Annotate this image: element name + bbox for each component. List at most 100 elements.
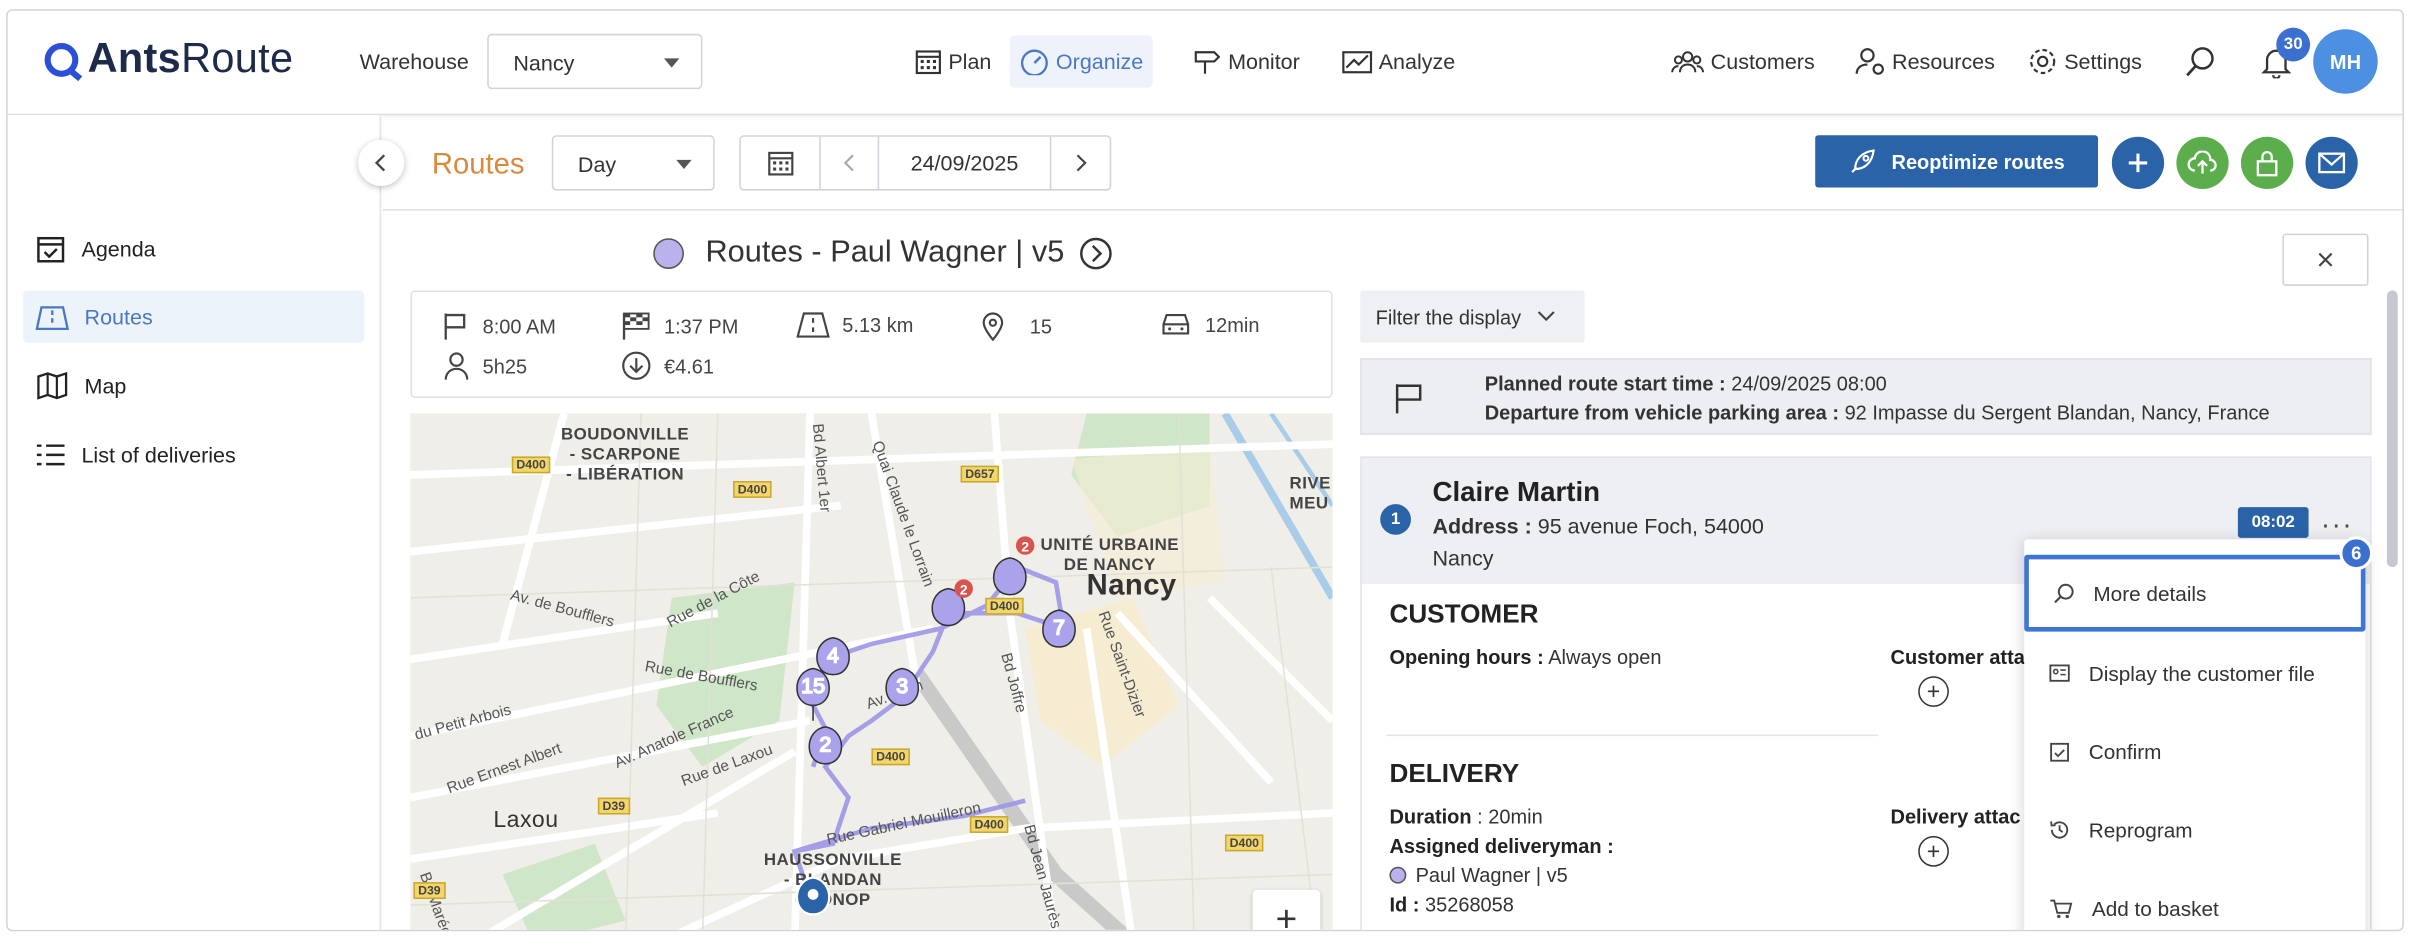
nav-plan-label: Plan	[948, 49, 992, 74]
stop-actions-menu: More details Display the customer file C…	[2024, 539, 2366, 930]
current-date[interactable]: 24/09/2025	[879, 136, 1052, 190]
antsroute-logo[interactable]: Ants Route	[44, 35, 294, 83]
assigned-deliveryman-label: Assigned deliveryman :	[1389, 834, 1614, 858]
calendar-picker-button[interactable]	[741, 136, 821, 190]
chevron-left-icon	[843, 154, 854, 172]
search-button[interactable]	[2175, 35, 2233, 87]
customer-name: Claire Martin	[1432, 476, 1601, 508]
route-header: Routes - Paul Wagner | v5	[653, 235, 1113, 270]
stat-total-duration-value: 5h25	[482, 354, 528, 378]
marker-label: 15	[801, 674, 825, 698]
user-icon	[444, 352, 469, 380]
chevron-down-icon	[663, 58, 680, 68]
nav-settings[interactable]: Settings	[2018, 35, 2151, 87]
menu-item-more-details[interactable]: More details	[2024, 554, 2366, 632]
chevron-left-icon	[374, 154, 386, 172]
warehouse-label: Warehouse	[359, 49, 469, 74]
delivery-id-label: Id :	[1389, 892, 1420, 916]
marker-label: 2	[819, 732, 831, 756]
close-route-button[interactable]	[2282, 233, 2369, 286]
delivery-id-field: Id : 35268058	[1389, 893, 1513, 916]
collapse-sidebar-button[interactable]	[358, 139, 405, 186]
customer-address: Address : 95 avenue Foch, 54000	[1432, 513, 1763, 538]
opening-hours-label: Opening hours :	[1389, 645, 1544, 669]
departure-row: Departure from vehicle parking area : 92…	[1485, 401, 2270, 424]
reoptimize-routes-button[interactable]: Reoptimize routes	[1815, 135, 2099, 188]
route-color-dot	[1389, 866, 1407, 884]
assigned-deliveryman-value-row: Paul Wagner | v5	[1389, 864, 1568, 887]
nav-plan[interactable]: Plan	[905, 35, 1000, 87]
nav-analyze-label: Analyze	[1378, 49, 1456, 74]
stat-distance: 5.13 km	[796, 310, 913, 338]
next-date-button[interactable]	[1051, 137, 1109, 189]
stat-end-time-value: 1:37 PM	[663, 314, 739, 338]
plus-icon	[2128, 153, 2148, 173]
menu-item-reprogram[interactable]: Reprogram	[2024, 791, 2365, 868]
arrow-circle-right-icon[interactable]	[1080, 236, 1114, 270]
menu-item-display-customer-file[interactable]: Display the customer file	[2024, 635, 2365, 712]
nav-monitor[interactable]: Monitor	[1182, 35, 1309, 87]
view-mode-select[interactable]: Day	[551, 135, 715, 191]
previous-date-button[interactable]	[821, 136, 880, 190]
customer-attachments-field: Customer atta	[1891, 645, 2025, 668]
sidebar-item-list-of-deliveries[interactable]: List of deliveries	[23, 429, 364, 481]
eta-badge: 08:02	[2237, 507, 2309, 538]
sidebar-item-label: Map	[84, 373, 127, 399]
map-icon	[37, 371, 68, 400]
warehouse-select[interactable]: Nancy	[487, 33, 703, 90]
nav-organize-label: Organize	[1055, 49, 1144, 74]
menu-item-label: Confirm	[2088, 739, 2162, 764]
calendar-check-icon	[37, 236, 65, 263]
route-start-card: Planned route start time : 24/09/2025 08…	[1360, 358, 2372, 435]
upload-cloud-button[interactable]	[2176, 136, 2229, 190]
menu-item-confirm[interactable]: Confirm	[2024, 713, 2365, 790]
menu-item-label: Add to basket	[2091, 896, 2219, 920]
add-delivery-attachment-button[interactable]: +	[1918, 836, 1949, 867]
add-button[interactable]	[2111, 136, 2165, 190]
scrollbar-thumb[interactable]	[2386, 290, 2398, 568]
flag-icon	[444, 313, 466, 340]
car-icon	[1162, 313, 1190, 335]
stat-drive-time-value: 12min	[1205, 312, 1260, 336]
users-group-icon	[1671, 51, 1704, 73]
nav-customers[interactable]: Customers	[1661, 35, 1823, 87]
add-customer-attachment-button[interactable]: +	[1918, 676, 1949, 707]
gear-icon	[2030, 48, 2056, 75]
nav-resources-label: Resources	[1892, 49, 1995, 74]
marker-label: 4	[827, 643, 839, 667]
sidebar-item-routes[interactable]: Routes	[23, 290, 365, 343]
lock-icon	[2256, 151, 2278, 177]
opening-hours-value: Always open	[1548, 645, 1662, 669]
calendar-check-icon	[2050, 742, 2069, 762]
user-avatar[interactable]: MH	[2313, 29, 2378, 94]
stat-drive-time: 12min	[1159, 310, 1260, 338]
map-fold-icon	[35, 306, 70, 331]
reoptimize-routes-label: Reoptimize routes	[1891, 149, 2065, 173]
panel-scrollbar[interactable]	[2386, 281, 2399, 930]
lock-button[interactable]	[2240, 136, 2294, 190]
cart-icon	[2050, 899, 2073, 919]
route-color-dot	[653, 237, 684, 269]
nav-resources[interactable]: Resources	[1846, 35, 2004, 87]
send-email-button[interactable]	[2305, 136, 2358, 190]
assigned-deliveryman-field: Assigned deliveryman :	[1389, 834, 1613, 857]
route-marker[interactable]	[993, 557, 1027, 596]
delivery-attachments-field: Delivery attac	[1891, 805, 2021, 828]
depot-marker-icon[interactable]	[795, 876, 831, 916]
delivery-id-value: 35268058	[1424, 892, 1514, 916]
nav-organize[interactable]: Organize	[1009, 35, 1153, 88]
map-zoom-in-button[interactable]: +	[1252, 889, 1321, 930]
nav-analyze[interactable]: Analyze	[1333, 35, 1465, 87]
stat-distance-value: 5.13 km	[842, 312, 914, 336]
sidebar-item-map[interactable]: Map	[23, 360, 364, 412]
more-options-icon[interactable]: ···	[2321, 509, 2353, 541]
step-number-badge: 6	[2339, 536, 2374, 571]
routes-toolbar: Routes Day 24/09/2025 Reoptimize routes	[382, 115, 2403, 211]
filter-display-dropdown[interactable]: Filter the display	[1360, 290, 1585, 343]
route-map[interactable]: BOUDONVILLE - SCARPONE - LIBÉRATION UNIT…	[410, 413, 1333, 930]
sidebar-item-agenda[interactable]: Agenda	[23, 223, 364, 275]
section-title-customer: CUSTOMER	[1389, 599, 1539, 629]
stat-cost-value: €4.61	[663, 354, 715, 378]
arrow-down-circle-icon	[622, 351, 651, 380]
menu-item-add-to-basket[interactable]: Add to basket	[2024, 870, 2365, 930]
